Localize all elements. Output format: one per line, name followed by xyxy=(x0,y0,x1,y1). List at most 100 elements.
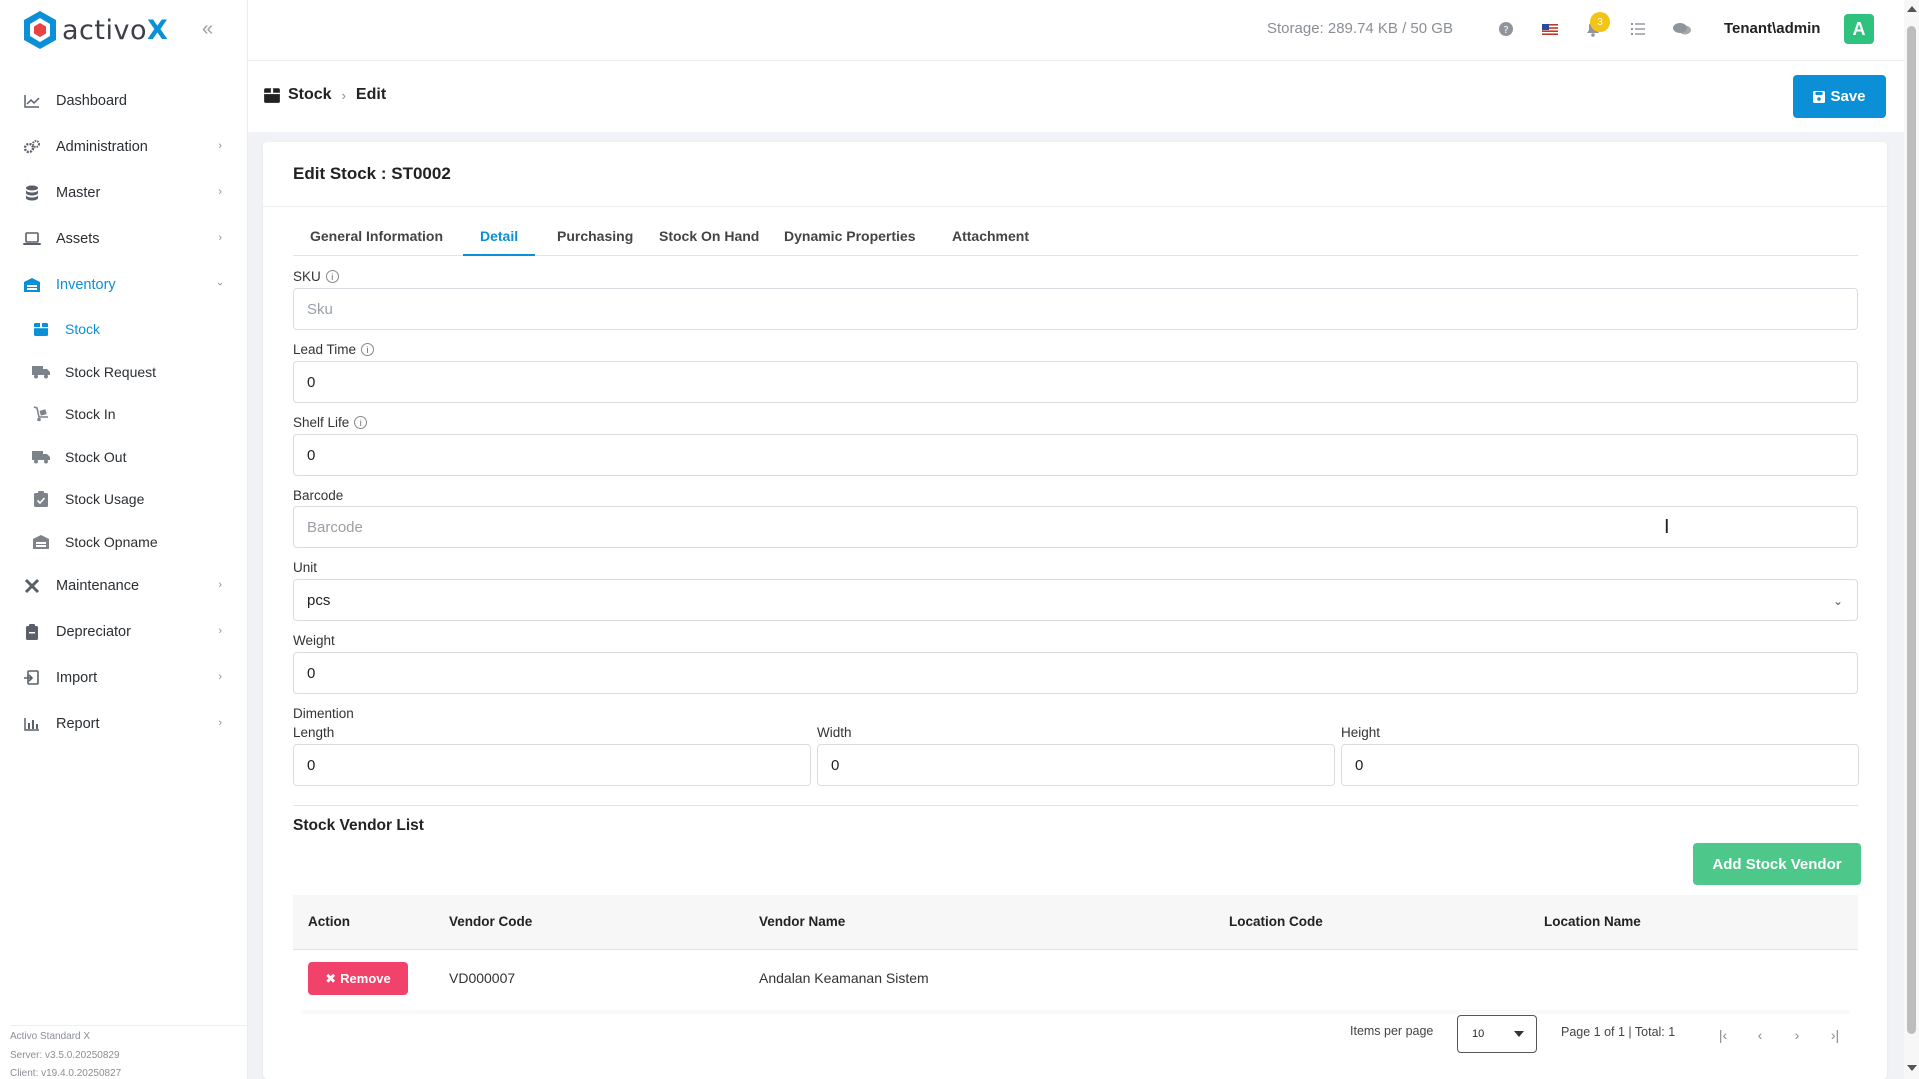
info-icon[interactable]: i xyxy=(325,270,339,283)
shelf-life-label: Shelf Life i xyxy=(293,415,368,430)
sidebar-subitem-stock-opname[interactable]: Stock Opname xyxy=(0,521,248,564)
previous-page-icon[interactable]: ‹ xyxy=(1750,1025,1770,1045)
client-version: Client: v19.4.0.20250827 xyxy=(10,1068,122,1079)
next-page-icon[interactable]: › xyxy=(1787,1025,1807,1045)
last-page-icon[interactable]: ›| xyxy=(1825,1025,1845,1045)
unit-select[interactable]: pcs ⌄ xyxy=(293,579,1858,621)
items-per-page-value: 10 xyxy=(1472,1028,1485,1040)
warehouse-icon xyxy=(22,275,42,295)
save-button[interactable]: Save xyxy=(1793,75,1886,118)
unit-selected-value: pcs xyxy=(307,591,331,609)
length-field[interactable]: 0 xyxy=(293,744,811,786)
sidebar-subitem-stock-in[interactable]: Stock In xyxy=(0,393,248,436)
sidebar-subitem-stock[interactable]: Stock xyxy=(0,308,248,351)
add-stock-vendor-button[interactable]: Add Stock Vendor xyxy=(1693,843,1861,885)
height-field[interactable]: 0 xyxy=(1341,744,1859,786)
sidebar-item-master[interactable]: Master › xyxy=(0,170,248,216)
import-icon xyxy=(22,668,42,688)
task-list-icon[interactable] xyxy=(1629,20,1647,38)
vendor-code-cell: VD000007 xyxy=(449,970,516,986)
scroll-down-icon[interactable] xyxy=(1907,1065,1917,1071)
sidebar-item-import[interactable]: Import › xyxy=(0,655,248,701)
chevron-down-icon: ⌄ xyxy=(1832,594,1843,608)
page-title: Edit Stock : ST0002 xyxy=(293,164,451,183)
chevron-right-icon: › xyxy=(218,232,222,244)
edit-stock-card: Edit Stock : ST0002 General Information … xyxy=(263,142,1887,1079)
column-header-location-name[interactable]: Location Name xyxy=(1544,914,1641,929)
sidebar-subitem-stock-out[interactable]: Stock Out xyxy=(0,436,248,479)
sidebar-subitem-label: Stock Usage xyxy=(65,491,145,508)
column-header-location-code[interactable]: Location Code xyxy=(1229,914,1323,929)
sidebar-subitem-stock-usage[interactable]: Stock Usage xyxy=(0,478,248,521)
lead-time-label-text: Lead Time xyxy=(293,342,357,357)
scrollbar-thumb[interactable] xyxy=(1907,26,1916,1034)
avatar[interactable]: A xyxy=(1844,14,1874,44)
svg-text:?: ? xyxy=(1503,25,1508,36)
items-per-page-label: Items per page xyxy=(1350,1024,1434,1038)
tab-attachment[interactable]: Attachment xyxy=(935,222,1046,256)
page-header: Stock › Edit Save xyxy=(248,61,1904,132)
page-scrollbar[interactable] xyxy=(1904,0,1919,1079)
tab-dynamic-properties[interactable]: Dynamic Properties xyxy=(767,222,933,256)
sku-field[interactable]: Sku xyxy=(293,288,1858,330)
sidebar-item-report[interactable]: Report › xyxy=(0,701,248,747)
shelf-life-label-text: Shelf Life xyxy=(293,415,350,430)
sidebar-item-assets[interactable]: Assets › xyxy=(0,216,248,262)
version-info: Activo Standard X Server: v3.5.0.2025082… xyxy=(10,1025,248,1079)
chat-icon[interactable] xyxy=(1673,20,1691,38)
remove-button[interactable]: ✖ Remove xyxy=(308,962,408,995)
gears-icon xyxy=(22,137,42,157)
barcode-field[interactable]: Barcode xyxy=(293,506,1858,548)
table-horizontal-scrollbar[interactable] xyxy=(301,1010,1850,1014)
height-label: Height xyxy=(1341,725,1381,740)
sidebar-item-maintenance[interactable]: Maintenance › xyxy=(0,563,248,609)
sidebar-item-administration[interactable]: Administration › xyxy=(0,124,248,170)
divider xyxy=(293,805,1858,806)
chart-line-icon xyxy=(22,91,42,111)
chevron-right-icon: › xyxy=(218,625,222,637)
collapse-sidebar-icon[interactable]: « xyxy=(202,18,213,41)
first-page-icon[interactable]: |‹ xyxy=(1713,1025,1733,1045)
tab-detail[interactable]: Detail xyxy=(463,222,536,256)
breadcrumb-stock-link[interactable]: Stock xyxy=(288,86,332,104)
length-label: Length xyxy=(293,725,335,740)
help-icon[interactable]: ? xyxy=(1497,20,1515,38)
sidebar-item-label: Administration xyxy=(56,139,148,155)
database-icon xyxy=(22,183,42,203)
sidebar-item-label: Report xyxy=(56,716,100,732)
width-field[interactable]: 0 xyxy=(817,744,1335,786)
us-flag-icon[interactable] xyxy=(1541,20,1559,38)
tools-icon xyxy=(22,576,42,596)
info-icon[interactable]: i xyxy=(361,343,375,356)
column-header-vendor-name[interactable]: Vendor Name xyxy=(759,914,845,929)
lead-time-field[interactable]: 0 xyxy=(293,361,1858,403)
sidebar-subitem-label: Stock In xyxy=(65,406,116,423)
divider xyxy=(263,206,1887,207)
sidebar-item-label: Master xyxy=(56,185,101,201)
scroll-up-icon[interactable] xyxy=(1907,6,1917,12)
width-label: Width xyxy=(817,725,852,740)
bar-chart-icon xyxy=(22,714,42,734)
tab-purchasing[interactable]: Purchasing xyxy=(540,222,650,256)
app-logo[interactable]: activoX xyxy=(22,10,168,50)
info-icon[interactable]: i xyxy=(354,416,368,429)
user-name[interactable]: Tenant\admin xyxy=(1724,20,1820,37)
clipboard-check-icon xyxy=(32,490,50,508)
text-cursor-icon: I xyxy=(1664,516,1670,538)
vendor-list-title: Stock Vendor List xyxy=(293,817,424,834)
tab-general-information[interactable]: General Information xyxy=(293,222,460,256)
sku-label: SKU i xyxy=(293,269,339,284)
tab-stock-on-hand[interactable]: Stock On Hand xyxy=(642,222,776,256)
items-per-page-select[interactable]: 10 xyxy=(1457,1015,1537,1053)
sku-label-text: SKU xyxy=(293,269,321,284)
sidebar-subitem-stock-request[interactable]: Stock Request xyxy=(0,351,248,394)
weight-field[interactable]: 0 xyxy=(293,652,1858,694)
column-header-action[interactable]: Action xyxy=(308,914,350,929)
sidebar-item-inventory[interactable]: Inventory › xyxy=(0,262,248,308)
storage-usage: Storage: 289.74 KB / 50 GB xyxy=(1267,20,1453,37)
dimension-label: Dimention xyxy=(293,706,354,721)
shelf-life-field[interactable]: 0 xyxy=(293,434,1858,476)
sidebar-item-depreciator[interactable]: Depreciator › xyxy=(0,609,248,655)
column-header-vendor-code[interactable]: Vendor Code xyxy=(449,914,532,929)
sidebar-item-dashboard[interactable]: Dashboard xyxy=(0,78,248,124)
